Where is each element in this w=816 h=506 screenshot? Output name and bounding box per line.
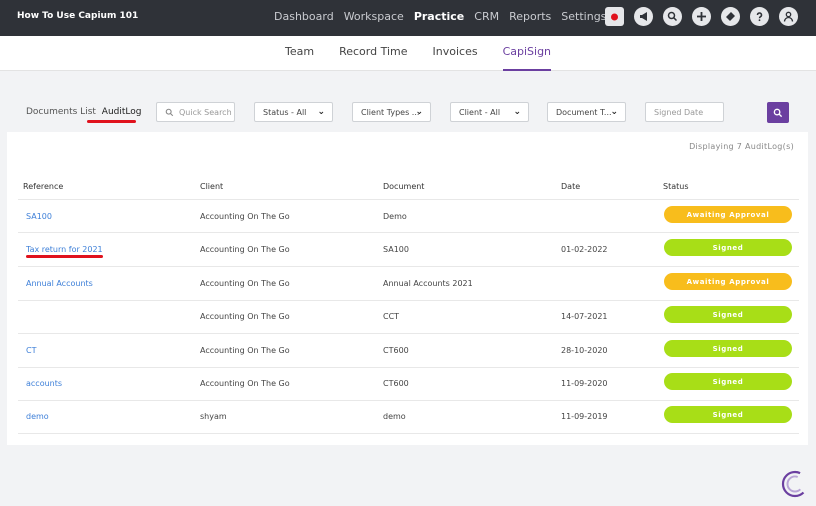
client-cell: Accounting On The Go xyxy=(200,379,290,388)
document-cell: Demo xyxy=(383,212,407,221)
table-body: SA100 Accounting On The Go Demo Awaiting… xyxy=(7,199,808,437)
tab-capisign[interactable]: CapiSign xyxy=(502,45,552,71)
plus-icon[interactable] xyxy=(692,7,711,26)
chevron-down-icon: ⌄ xyxy=(610,107,618,117)
client-cell: shyam xyxy=(200,412,227,421)
table-row: Tax return for 2021 Accounting On The Go… xyxy=(18,233,799,267)
main-nav: Dashboard Workspace Practice CRM Reports… xyxy=(274,10,606,23)
table-row: demo shyam demo 11-09-2019 Signed xyxy=(18,400,799,434)
sub-nav-tabs: Team Record Time Invoices CapiSign xyxy=(285,45,552,71)
documents-list-switch: Documents List AuditLog xyxy=(26,107,141,117)
status-badge: Awaiting Approval xyxy=(664,273,792,290)
client-select-value: Client - All xyxy=(459,107,501,117)
quick-search-input[interactable]: Quick Search xyxy=(156,102,235,122)
document-type-select-value: Document T... xyxy=(556,107,612,117)
search-button[interactable] xyxy=(767,102,789,123)
date-cell: 11-09-2019 xyxy=(561,412,608,421)
table-row: CT Accounting On The Go CT600 28-10-2020… xyxy=(18,334,799,368)
nav-practice[interactable]: Practice xyxy=(414,10,464,23)
date-cell: 01-02-2022 xyxy=(561,245,608,254)
document-cell: CCT xyxy=(383,312,400,321)
date-cell: 28-10-2020 xyxy=(561,346,608,355)
date-cell: 11-09-2020 xyxy=(561,379,608,388)
status-badge: Signed xyxy=(664,373,792,390)
status-badge: Signed xyxy=(664,306,792,323)
col-date: Date xyxy=(561,182,581,191)
reference-link[interactable]: accounts xyxy=(26,379,62,388)
annotation-underline xyxy=(87,120,136,123)
chevron-down-icon: ⌄ xyxy=(513,107,521,117)
status-badge: Awaiting Approval xyxy=(664,206,792,223)
status-badge: Signed xyxy=(664,406,792,423)
nav-crm[interactable]: CRM xyxy=(474,10,499,23)
document-type-select[interactable]: Document T... ⌄ xyxy=(547,102,626,122)
user-profile-icon[interactable] xyxy=(779,7,798,26)
reference-link[interactable]: Tax return for 2021 xyxy=(26,245,103,254)
date-cell: 14-07-2021 xyxy=(561,312,608,321)
search-icon[interactable] xyxy=(663,7,682,26)
status-badge: Signed xyxy=(664,239,792,256)
document-cell: CT600 xyxy=(383,379,409,388)
document-cell: demo xyxy=(383,412,406,421)
client-cell: Accounting On The Go xyxy=(200,346,290,355)
nav-settings[interactable]: Settings xyxy=(561,10,606,23)
top-bar: How To Use Capium 101 Dashboard Workspac… xyxy=(0,0,816,36)
client-types-select-value: Client Types ... xyxy=(361,107,420,117)
status-badge: Signed xyxy=(664,340,792,357)
document-cell: SA100 xyxy=(383,245,409,254)
capium-logo-icon xyxy=(781,470,809,498)
auditlog-card: Displaying 7 AuditLog(s) Reference Clien… xyxy=(7,132,808,445)
reference-link[interactable]: SA100 xyxy=(26,212,52,221)
signed-date-input[interactable]: Signed Date xyxy=(645,102,724,122)
nav-workspace[interactable]: Workspace xyxy=(344,10,404,23)
table-header: Reference Client Document Date Status xyxy=(7,182,808,200)
ticket-icon[interactable] xyxy=(721,7,740,26)
document-cell: Annual Accounts 2021 xyxy=(383,279,473,288)
search-icon xyxy=(773,108,783,117)
client-select[interactable]: Client - All ⌄ xyxy=(450,102,529,122)
reference-link[interactable]: CT xyxy=(26,346,36,355)
table-row: Accounting On The Go CCT 14-07-2021 Sign… xyxy=(18,300,799,334)
tab-record-time[interactable]: Record Time xyxy=(339,45,407,58)
col-client: Client xyxy=(200,182,224,191)
notification-bell-icon[interactable] xyxy=(605,7,624,26)
table-row: Annual Accounts Accounting On The Go Ann… xyxy=(18,267,799,301)
col-reference: Reference xyxy=(23,182,64,191)
reference-link[interactable]: Annual Accounts xyxy=(26,279,93,288)
reference-link[interactable]: demo xyxy=(26,412,49,421)
client-cell: Accounting On The Go xyxy=(200,245,290,254)
help-icon[interactable] xyxy=(750,7,769,26)
app-title: How To Use Capium 101 xyxy=(17,11,139,21)
tab-team[interactable]: Team xyxy=(285,45,314,58)
megaphone-icon[interactable] xyxy=(634,7,653,26)
status-select[interactable]: Status - All ⌄ xyxy=(254,102,333,122)
nav-dashboard[interactable]: Dashboard xyxy=(274,10,334,23)
status-select-value: Status - All xyxy=(263,107,307,117)
col-status: Status xyxy=(663,182,689,191)
top-icons xyxy=(605,7,798,26)
client-cell: Accounting On The Go xyxy=(200,279,290,288)
chevron-down-icon: ⌄ xyxy=(415,107,423,117)
documents-list-link[interactable]: Documents List xyxy=(26,107,96,117)
search-icon xyxy=(165,108,174,116)
document-cell: CT600 xyxy=(383,346,409,355)
table-row: accounts Accounting On The Go CT600 11-0… xyxy=(18,367,799,401)
client-cell: Accounting On The Go xyxy=(200,212,290,221)
chevron-down-icon: ⌄ xyxy=(317,107,325,117)
nav-reports[interactable]: Reports xyxy=(509,10,551,23)
signed-date-placeholder: Signed Date xyxy=(654,107,704,117)
sub-nav: Team Record Time Invoices CapiSign xyxy=(0,36,816,71)
client-types-select[interactable]: Client Types ... ⌄ xyxy=(352,102,431,122)
client-cell: Accounting On The Go xyxy=(200,312,290,321)
table-row: SA100 Accounting On The Go Demo Awaiting… xyxy=(18,199,799,233)
record-count: Displaying 7 AuditLog(s) xyxy=(689,142,794,151)
col-document: Document xyxy=(383,182,425,191)
annotation-underline xyxy=(26,255,103,258)
quick-search-placeholder: Quick Search xyxy=(179,107,232,117)
auditlog-link[interactable]: AuditLog xyxy=(102,107,142,117)
tab-invoices[interactable]: Invoices xyxy=(433,45,478,58)
